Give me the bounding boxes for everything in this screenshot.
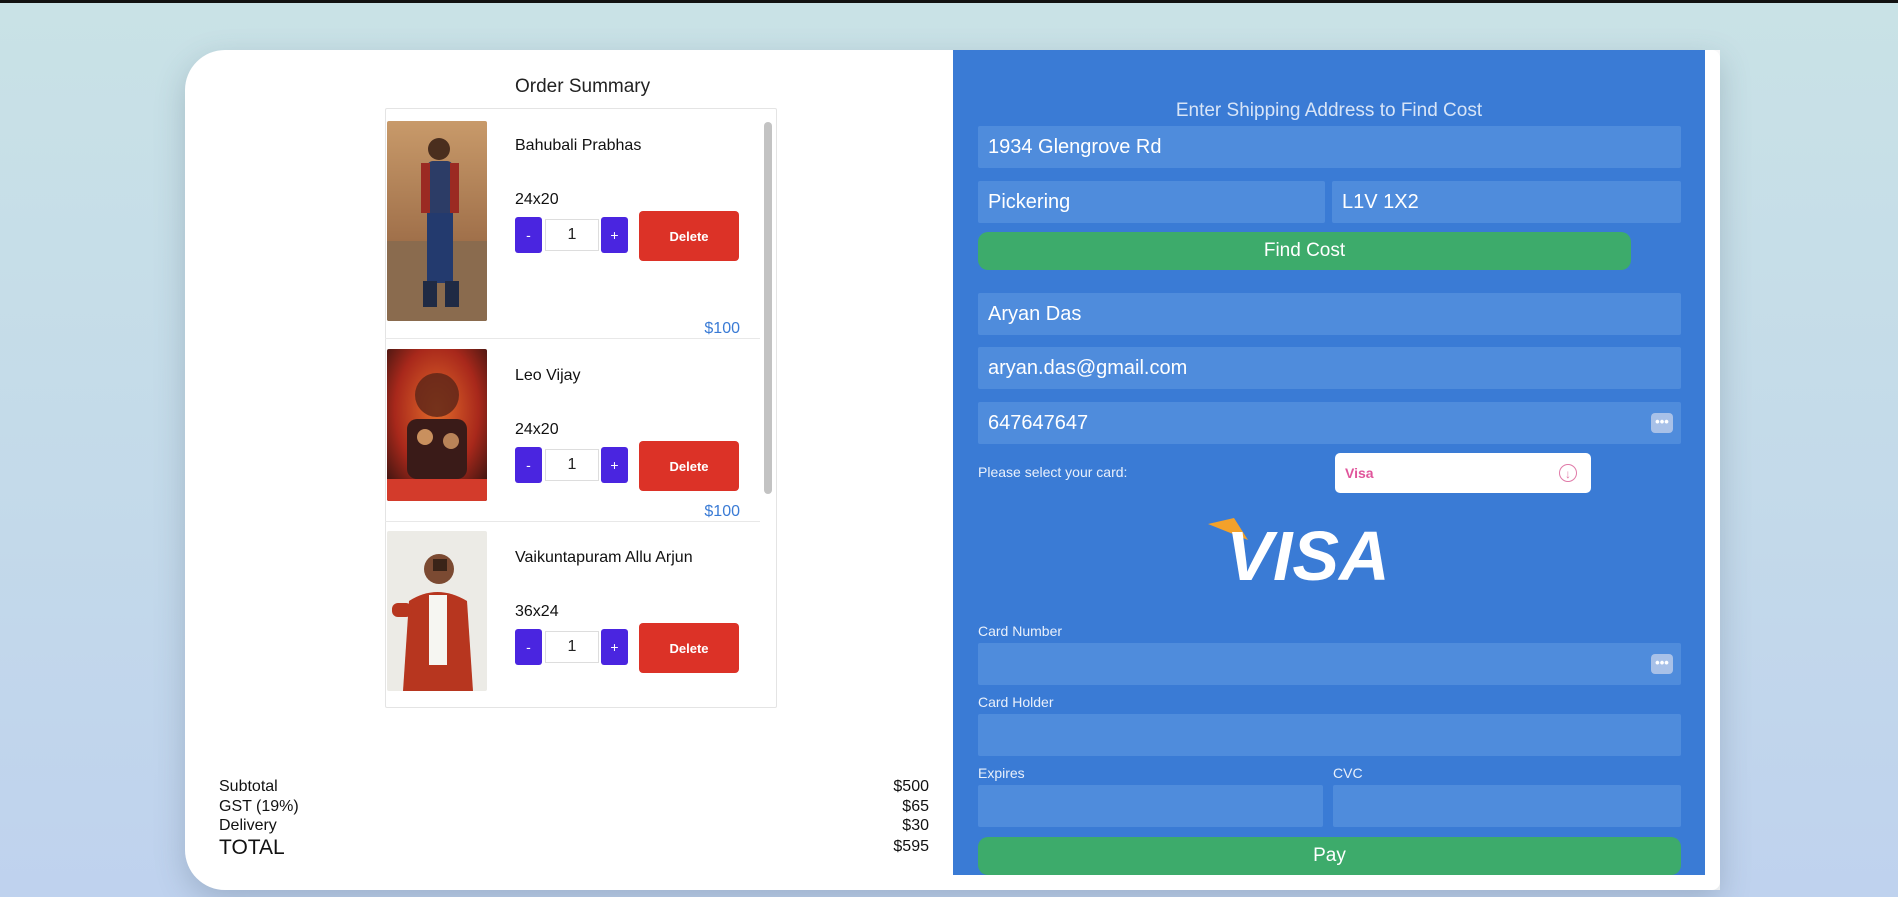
increase-quantity-button[interactable]: + (601, 217, 628, 253)
order-list-scrollbar[interactable] (764, 122, 772, 494)
card-number-input[interactable]: ••• (978, 643, 1681, 685)
delete-item-button[interactable]: Delete (639, 441, 739, 491)
quantity-stepper: - 1 + (515, 217, 631, 253)
card-select-label: Please select your card: (978, 464, 1128, 480)
increase-quantity-button[interactable]: + (601, 629, 628, 665)
delivery-value: $30 (902, 817, 929, 834)
postal-code-input[interactable]: L1V 1X2 (1332, 181, 1681, 223)
card-holder-label: Card Holder (978, 694, 1054, 710)
order-item: Bahubali Prabhas 24x20 - 1 + Delete $100 (385, 118, 760, 339)
quantity-input[interactable]: 1 (545, 631, 599, 663)
poster-allu-arjun-image (387, 531, 487, 691)
decrease-quantity-button[interactable]: - (515, 629, 542, 665)
poster-bahubali-image (387, 121, 487, 321)
expires-label: Expires (978, 765, 1025, 781)
item-size: 36x24 (515, 603, 559, 620)
gst-label: GST (19%) (219, 798, 299, 815)
card-type-value: Visa (1345, 465, 1374, 481)
item-price: $100 (704, 503, 740, 520)
order-item: Leo Vijay 24x20 - 1 + Delete $100 (385, 339, 760, 522)
decrease-quantity-button[interactable]: - (515, 447, 542, 483)
pay-button[interactable]: Pay (978, 837, 1681, 875)
item-size: 24x20 (515, 421, 559, 438)
order-item-list[interactable]: Bahubali Prabhas 24x20 - 1 + Delete $100… (385, 118, 760, 701)
email-input[interactable]: aryan.das@gmail.com (978, 347, 1681, 389)
quantity-input[interactable]: 1 (545, 449, 599, 481)
shipping-heading: Enter Shipping Address to Find Cost (1175, 100, 1483, 121)
order-summary-title: Order Summary (515, 76, 651, 97)
decrease-quantity-button[interactable]: - (515, 217, 542, 253)
full-name-input[interactable]: Aryan Das (978, 293, 1681, 335)
visa-logo-text: VISA (1226, 518, 1389, 588)
phone-input[interactable]: 647647647 ••• (978, 402, 1681, 444)
item-name: Vaikuntapuram Allu Arjun (515, 549, 693, 566)
delivery-label: Delivery (219, 817, 277, 834)
quantity-stepper: - 1 + (515, 629, 631, 665)
total-label: TOTAL (219, 836, 285, 859)
chevron-down-icon: ↓ (1559, 464, 1577, 482)
autofill-icon[interactable]: ••• (1651, 413, 1673, 433)
order-item: Vaikuntapuram Allu Arjun 36x24 - 1 + Del… (385, 522, 760, 701)
street-address-input[interactable]: 1934 Glengrove Rd (978, 126, 1681, 168)
subtotal-label: Subtotal (219, 778, 278, 795)
window-top-bar (0, 0, 1898, 3)
payment-panel: Enter Shipping Address to Find Cost 1934… (953, 50, 1705, 875)
subtotal-value: $500 (893, 778, 929, 795)
phone-value: 647647647 (988, 411, 1089, 434)
visa-logo-icon: VISA (1208, 518, 1390, 588)
card-type-select[interactable]: Visa ↓ (1335, 453, 1591, 493)
quantity-stepper: - 1 + (515, 447, 631, 483)
item-price: $100 (704, 320, 740, 337)
find-cost-button[interactable]: Find Cost (978, 232, 1631, 270)
cvc-input[interactable] (1333, 785, 1681, 827)
card-holder-input[interactable] (978, 714, 1681, 756)
city-input[interactable]: Pickering (978, 181, 1325, 223)
card-autofill-icon[interactable]: ••• (1651, 654, 1673, 674)
card-number-label: Card Number (978, 623, 1063, 639)
delete-item-button[interactable]: Delete (639, 623, 739, 673)
checkout-card: Order Summary Bahubali Prabhas 24x20 - 1 (185, 50, 1720, 890)
gst-value: $65 (902, 798, 929, 815)
item-name: Leo Vijay (515, 367, 581, 384)
poster-leo-image (387, 349, 487, 501)
total-value: $595 (893, 838, 929, 855)
expires-input[interactable] (978, 785, 1323, 827)
increase-quantity-button[interactable]: + (601, 447, 628, 483)
cvc-label: CVC (1333, 765, 1363, 781)
quantity-input[interactable]: 1 (545, 219, 599, 251)
item-name: Bahubali Prabhas (515, 137, 642, 154)
item-size: 24x20 (515, 191, 559, 208)
order-totals: Subtotal $500 GST (19%) $65 Delivery $30… (219, 778, 929, 878)
delete-item-button[interactable]: Delete (639, 211, 739, 261)
